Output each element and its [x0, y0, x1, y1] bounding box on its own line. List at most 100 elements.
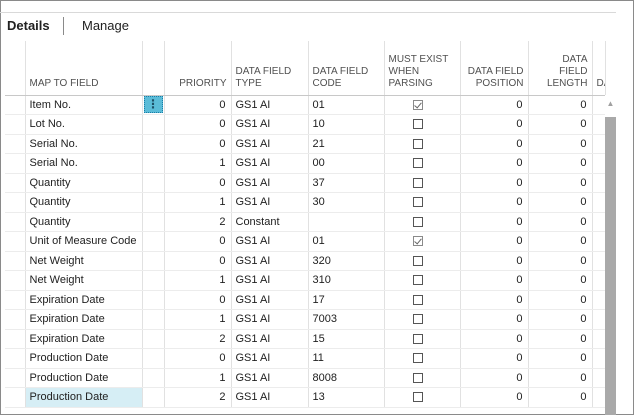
cell-data-field-position[interactable]: 0 [460, 153, 529, 174]
checkbox[interactable] [412, 216, 423, 227]
cell-priority[interactable]: 0 [164, 348, 232, 369]
cell-data-field-type[interactable]: GS1 AI [231, 153, 309, 174]
cell-map-to-field[interactable]: Production Date [25, 368, 143, 388]
cell-data-field-length[interactable]: 0 [528, 348, 593, 369]
table-row[interactable]: Net Weight 1 GS1 AI 310 0 0 [5, 270, 606, 291]
cell-map-to-field[interactable]: Expiration Date [25, 329, 143, 349]
table-row[interactable]: Quantity 1 GS1 AI 30 0 0 [5, 192, 606, 213]
cell-priority[interactable]: 0 [164, 173, 232, 193]
table-row[interactable]: Production Date 2 GS1 AI 13 0 0 [5, 387, 606, 408]
table-row[interactable]: Expiration Date 1 GS1 AI 7003 0 0 [5, 309, 606, 330]
cell-data-field-type[interactable]: GS1 AI [231, 387, 309, 408]
table-row[interactable]: Expiration Date 2 GS1 AI 15 0 0 [5, 329, 606, 349]
checkbox[interactable] [412, 353, 423, 364]
checkbox[interactable] [412, 255, 423, 266]
cell-data-field-position[interactable]: 0 [460, 134, 529, 154]
row-selector[interactable] [5, 134, 26, 154]
cell-data-field-position[interactable]: 0 [460, 212, 529, 232]
column-header-data-field-position[interactable]: DATA FIELD POSITION [460, 41, 529, 96]
cell-priority[interactable]: 0 [164, 134, 232, 154]
cell-data-field-length[interactable]: 0 [528, 153, 593, 174]
column-header-map-to-field[interactable]: MAP TO FIELD [25, 41, 143, 96]
column-header-data-field-type[interactable]: DATA FIELD TYPE [231, 41, 309, 96]
column-header-data-field-code[interactable]: DATA FIELD CODE [308, 41, 385, 96]
cell-priority[interactable]: 2 [164, 387, 232, 408]
cell-priority[interactable]: 0 [164, 290, 232, 310]
cell-data-field-type[interactable]: GS1 AI [231, 251, 309, 271]
cell-data-field-type[interactable]: GS1 AI [231, 114, 309, 135]
cell-data-field-code[interactable]: 37 [308, 173, 385, 193]
checkbox[interactable] [412, 275, 423, 286]
cell-data-field-code[interactable]: 01 [308, 95, 385, 115]
checkbox-checked[interactable] [412, 99, 423, 110]
cell-data-field-length[interactable]: 0 [528, 173, 593, 193]
column-header-priority[interactable]: PRIORITY [164, 41, 232, 96]
cell-data-field-length[interactable]: 0 [528, 270, 593, 291]
checkbox[interactable] [412, 158, 423, 169]
cell-data-field-code[interactable]: 11 [308, 348, 385, 369]
cell-data-field-position[interactable]: 0 [460, 368, 529, 388]
cell-data-field-length[interactable]: 0 [528, 290, 593, 310]
checkbox[interactable] [412, 197, 423, 208]
cell-data-field-length[interactable]: 0 [528, 95, 593, 115]
cell-data-field-position[interactable]: 0 [460, 290, 529, 310]
cell-map-to-field[interactable]: Production Date [25, 348, 143, 369]
checkbox[interactable] [412, 372, 423, 383]
table-row[interactable]: Serial No. 1 GS1 AI 00 0 0 [5, 153, 606, 174]
cell-data-field-position[interactable]: 0 [460, 173, 529, 193]
cell-data-field-code[interactable]: 7003 [308, 309, 385, 330]
checkbox[interactable] [412, 314, 423, 325]
checkbox[interactable] [412, 392, 423, 403]
row-selector[interactable] [5, 270, 26, 291]
checkbox[interactable] [412, 119, 423, 130]
cell-data-field-length[interactable]: 0 [528, 134, 593, 154]
cell-map-to-field[interactable]: Serial No. [25, 134, 143, 154]
cell-priority[interactable]: 1 [164, 153, 232, 174]
checkbox[interactable] [412, 333, 423, 344]
tab-manage[interactable]: Manage [82, 18, 129, 33]
checkbox-checked[interactable] [412, 236, 423, 247]
row-selector[interactable] [5, 212, 26, 232]
column-header-must-exist[interactable]: MUST EXIST WHEN PARSING [384, 41, 461, 96]
cell-priority[interactable]: 0 [164, 95, 232, 115]
cell-data-field-code[interactable]: 8008 [308, 368, 385, 388]
cell-data-field-type[interactable]: GS1 AI [231, 173, 309, 193]
cell-data-field-type[interactable]: GS1 AI [231, 329, 309, 349]
cell-map-to-field[interactable]: Production Date [25, 387, 143, 408]
cell-data-field-type[interactable]: GS1 AI [231, 290, 309, 310]
tab-details[interactable]: Details [7, 18, 50, 33]
cell-data-field-position[interactable]: 0 [460, 387, 529, 408]
checkbox[interactable] [412, 138, 423, 149]
cell-data-field-type[interactable]: GS1 AI [231, 270, 309, 291]
cell-map-to-field[interactable]: Expiration Date [25, 309, 143, 330]
cell-data-field-length[interactable]: 0 [528, 251, 593, 271]
cell-data-field-position[interactable]: 0 [460, 114, 529, 135]
table-row[interactable]: Lot No. 0 GS1 AI 10 0 0 [5, 114, 606, 135]
cell-priority[interactable]: 0 [164, 231, 232, 252]
table-row[interactable]: Production Date 1 GS1 AI 8008 0 0 [5, 368, 606, 388]
row-selector[interactable] [5, 192, 26, 213]
cell-data-field-position[interactable]: 0 [460, 95, 529, 115]
cell-data-field-length[interactable]: 0 [528, 212, 593, 232]
cell-data-field-code[interactable]: 21 [308, 134, 385, 154]
cell-data-field-type[interactable]: GS1 AI [231, 192, 309, 213]
cell-data-field-position[interactable]: 0 [460, 231, 529, 252]
cell-data-field-length[interactable]: 0 [528, 114, 593, 135]
row-selector[interactable] [5, 368, 26, 388]
cell-map-to-field[interactable]: Quantity [25, 173, 143, 193]
cell-data-field-code[interactable]: 01 [308, 231, 385, 252]
table-row[interactable]: Unit of Measure Code 0 GS1 AI 01 0 0 [5, 231, 606, 252]
row-selector[interactable] [5, 173, 26, 193]
cell-data-field-length[interactable]: 0 [528, 387, 593, 408]
column-header-next[interactable]: DATA [592, 41, 606, 96]
table-row[interactable]: Item No. ⋮ 0 GS1 AI 01 0 0 [5, 95, 606, 115]
cell-priority[interactable]: 1 [164, 192, 232, 213]
checkbox[interactable] [412, 177, 423, 188]
checkbox[interactable] [412, 294, 423, 305]
scroll-up-icon[interactable]: ▲ [605, 99, 616, 109]
cell-data-field-code[interactable]: 15 [308, 329, 385, 349]
cell-map-to-field[interactable]: Serial No. [25, 153, 143, 174]
table-row[interactable]: Quantity 2 Constant 0 0 [5, 212, 606, 232]
table-row[interactable]: Serial No. 0 GS1 AI 21 0 0 [5, 134, 606, 154]
cell-data-field-length[interactable]: 0 [528, 368, 593, 388]
